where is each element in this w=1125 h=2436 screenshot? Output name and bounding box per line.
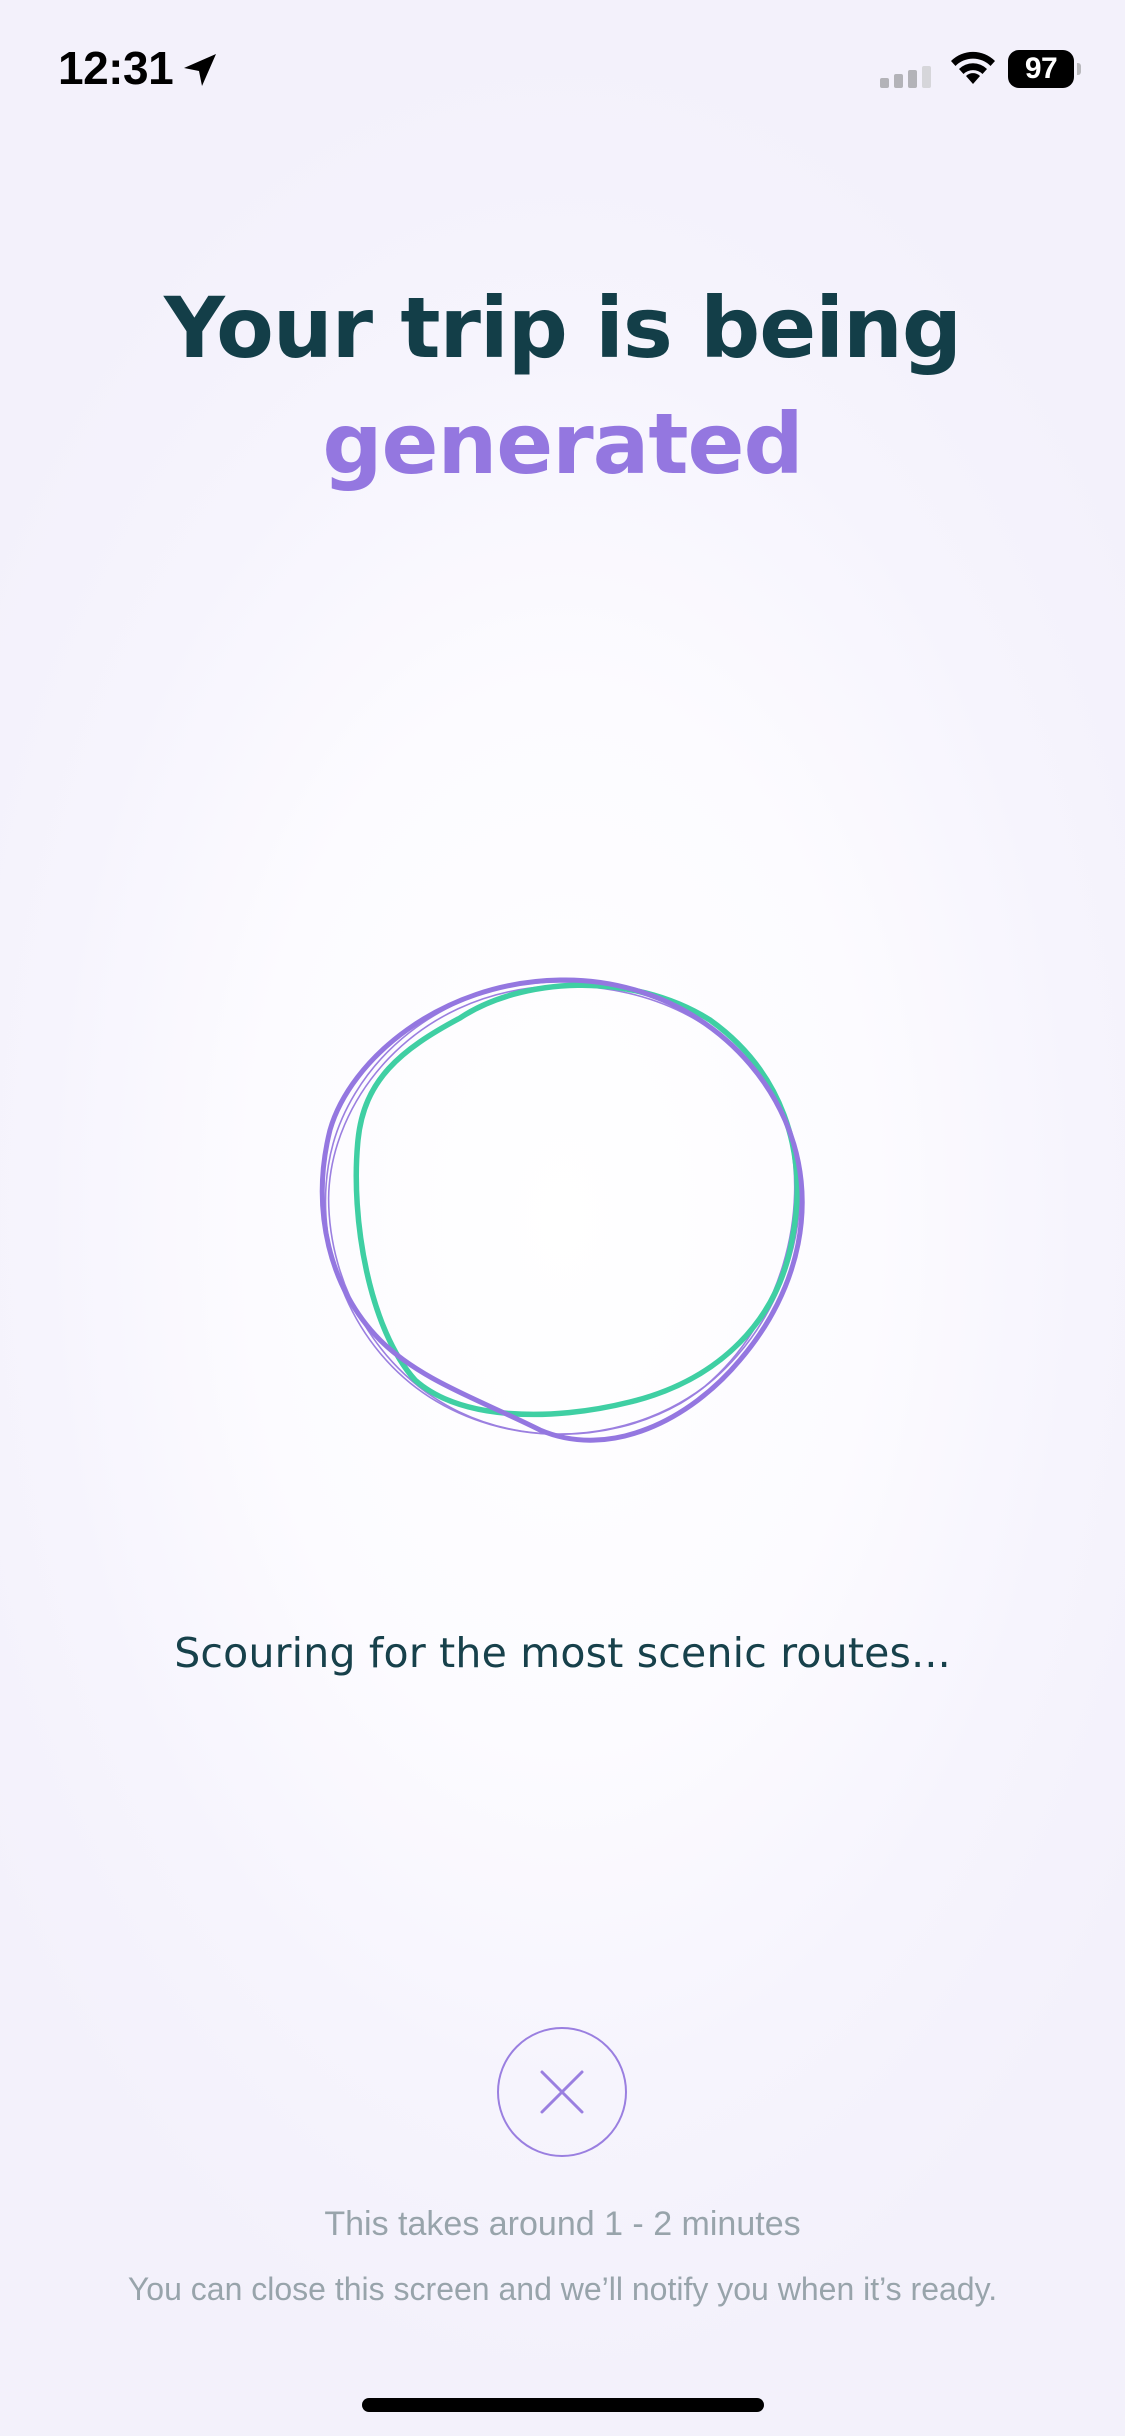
loading-status-message: Scouring for the most scenic routes... bbox=[174, 1629, 951, 1677]
close-button[interactable] bbox=[497, 2027, 627, 2157]
close-icon bbox=[540, 2070, 584, 2114]
loader-ring-purple bbox=[319, 977, 805, 1443]
battery-icon: 97 bbox=[1008, 50, 1081, 88]
page-title: Your trip is being generated bbox=[0, 270, 1125, 502]
loading-rings bbox=[319, 977, 805, 1443]
loader-ring-teal bbox=[353, 982, 800, 1418]
page-title-highlight: generated bbox=[322, 395, 803, 493]
battery-level: 97 bbox=[1008, 50, 1074, 88]
status-time: 12:31 bbox=[58, 42, 174, 94]
wifi-icon bbox=[951, 51, 995, 84]
page-title-line1: Your trip is being bbox=[164, 279, 962, 377]
cellular-signal-icon bbox=[880, 66, 931, 88]
notify-note: You can close this screen and we’ll noti… bbox=[127, 2271, 998, 2307]
status-bar: 12:31 97 bbox=[0, 0, 1125, 132]
location-arrow-icon bbox=[184, 54, 216, 86]
loader-ring-thin-a bbox=[324, 981, 801, 1436]
home-indicator[interactable] bbox=[362, 2398, 764, 2412]
duration-note: This takes around 1 - 2 minutes bbox=[324, 2205, 801, 2243]
